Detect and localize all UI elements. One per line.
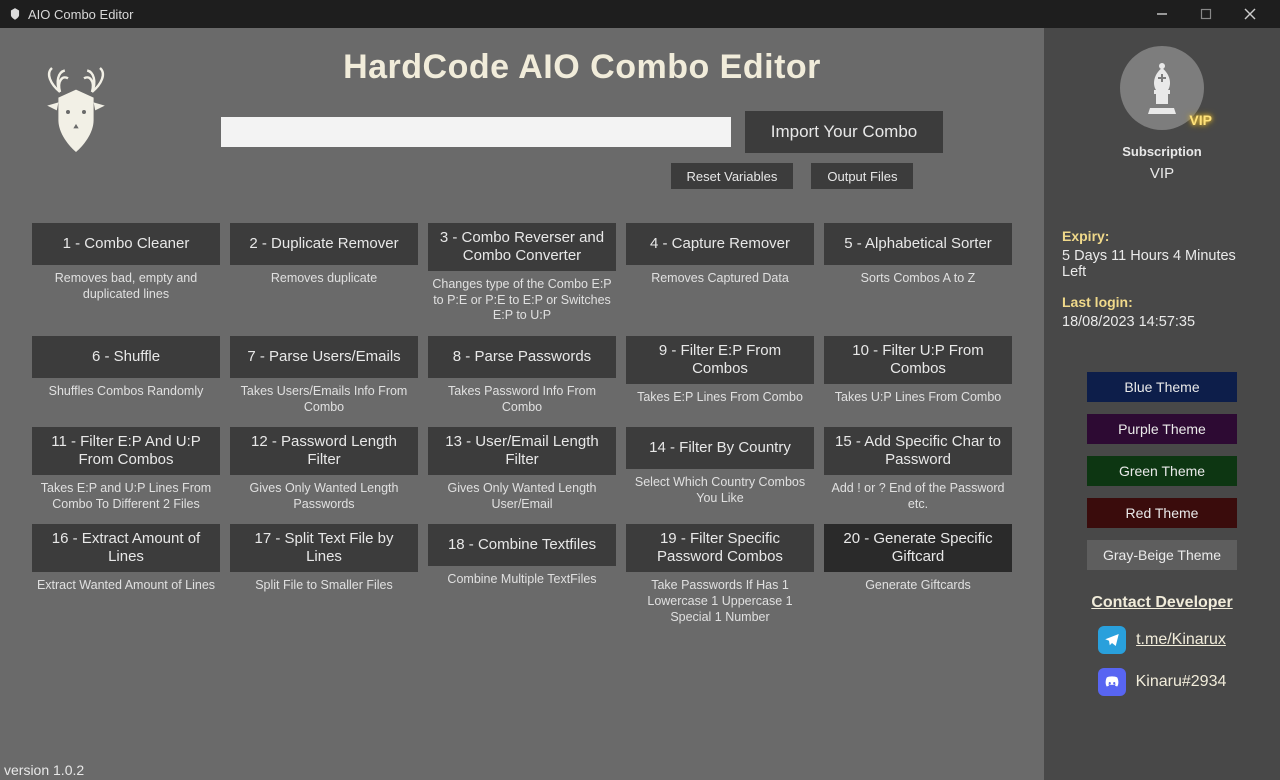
sidebar: VIP Subscription VIP Expiry: 5 Days 11 H… [1044, 28, 1280, 780]
tool-description: Shuffles Combos Randomly [49, 384, 204, 400]
window-titlebar: AIO Combo Editor [0, 0, 1280, 28]
contact-discord[interactable]: Kinaru#2934 [1098, 668, 1227, 696]
tool-description: Changes type of the Combo E:P to P:E or … [428, 277, 616, 324]
telegram-icon [1098, 626, 1126, 654]
theme-green-button[interactable]: Green Theme [1087, 456, 1237, 486]
theme-red-button[interactable]: Red Theme [1087, 498, 1237, 528]
tool-button[interactable]: 4 - Capture Remover [626, 223, 814, 265]
tool-button[interactable]: 8 - Parse Passwords [428, 336, 616, 378]
tool-button[interactable]: 1 - Combo Cleaner [32, 223, 220, 265]
tool-grid: 1 - Combo Cleaner Removes bad, empty and … [16, 223, 1028, 625]
tool-cell: 15 - Add Specific Char to Password Add ! … [824, 427, 1012, 512]
tool-button[interactable]: 18 - Combine Textfiles [428, 524, 616, 566]
tool-cell: 4 - Capture Remover Removes Captured Data [626, 223, 814, 324]
tool-cell: 2 - Duplicate Remover Removes duplicate [230, 223, 418, 324]
tool-cell: 12 - Password Length Filter Gives Only Wa… [230, 427, 418, 512]
last-login-value: 18/08/2023 14:57:35 [1062, 314, 1262, 330]
tool-cell: 9 - Filter E:P From Combos Takes E:P Line… [626, 336, 814, 415]
tool-description: Removes Captured Data [651, 271, 789, 287]
expiry-value: 5 Days 11 Hours 4 Minutes Left [1062, 248, 1262, 280]
tool-cell: 6 - Shuffle Shuffles Combos Randomly [32, 336, 220, 415]
tool-button[interactable]: 12 - Password Length Filter [230, 427, 418, 475]
tool-description: Combine Multiple TextFiles [447, 572, 596, 588]
import-combo-button[interactable]: Import Your Combo [745, 111, 943, 153]
tool-description: Takes Users/Emails Info From Combo [230, 384, 418, 415]
tool-description: Removes duplicate [271, 271, 377, 287]
tool-description: Takes E:P Lines From Combo [637, 390, 803, 406]
last-login-label: Last login: [1062, 294, 1262, 310]
tool-description: Take Passwords If Has 1 Lowercase 1 Uppe… [626, 578, 814, 625]
tool-button[interactable]: 19 - Filter Specific Password Combos [626, 524, 814, 572]
tool-button[interactable]: 11 - Filter E:P And U:P From Combos [32, 427, 220, 475]
subscription-label: Subscription [1122, 144, 1201, 159]
tool-button[interactable]: 7 - Parse Users/Emails [230, 336, 418, 378]
tool-cell: 10 - Filter U:P From Combos Takes U:P Lin… [824, 336, 1012, 415]
tool-cell: 7 - Parse Users/Emails Takes Users/Emails… [230, 336, 418, 415]
tool-description: Removes bad, empty and duplicated lines [32, 271, 220, 302]
page-title: HardCode AIO Combo Editor [343, 48, 821, 87]
tool-button[interactable]: 15 - Add Specific Char to Password [824, 427, 1012, 475]
reset-variables-button[interactable]: Reset Variables [671, 163, 794, 189]
contact-telegram[interactable]: t.me/Kinarux [1098, 626, 1226, 654]
expiry-label: Expiry: [1062, 228, 1262, 244]
tool-button[interactable]: 9 - Filter E:P From Combos [626, 336, 814, 384]
version-label: version 1.0.2 [4, 762, 84, 778]
discord-icon [1098, 668, 1126, 696]
tool-description: Generate Giftcards [865, 578, 971, 594]
tool-cell: 5 - Alphabetical Sorter Sorts Combos A to… [824, 223, 1012, 324]
theme-blue-button[interactable]: Blue Theme [1087, 372, 1237, 402]
tool-description: Takes Password Info From Combo [428, 384, 616, 415]
tool-description: Sorts Combos A to Z [861, 271, 976, 287]
theme-purple-button[interactable]: Purple Theme [1087, 414, 1237, 444]
app-logo [16, 42, 136, 162]
app-icon [8, 7, 22, 21]
tool-description: Takes U:P Lines From Combo [835, 390, 1002, 406]
tool-button[interactable]: 10 - Filter U:P From Combos [824, 336, 1012, 384]
window-maximize-button[interactable] [1184, 0, 1228, 28]
vip-badge: VIP [1189, 112, 1212, 128]
tool-cell: 18 - Combine Textfiles Combine Multiple T… [428, 524, 616, 625]
tool-cell: 16 - Extract Amount of Lines Extract Want… [32, 524, 220, 625]
tool-button[interactable]: 17 - Split Text File by Lines [230, 524, 418, 572]
tool-button[interactable]: 13 - User/Email Length Filter [428, 427, 616, 475]
tool-description: Extract Wanted Amount of Lines [37, 578, 215, 594]
tool-cell: 19 - Filter Specific Password Combos Take… [626, 524, 814, 625]
tool-button[interactable]: 3 - Combo Reverser and Combo Converter [428, 223, 616, 271]
tool-description: Gives Only Wanted Length User/Email [428, 481, 616, 512]
main-panel: HardCode AIO Combo Editor Import Your Co… [0, 28, 1044, 780]
tool-cell: 17 - Split Text File by Lines Split File … [230, 524, 418, 625]
tool-description: Takes E:P and U:P Lines From Combo To Di… [32, 481, 220, 512]
tool-description: Gives Only Wanted Length Passwords [230, 481, 418, 512]
window-minimize-button[interactable] [1140, 0, 1184, 28]
tool-cell: 13 - User/Email Length Filter Gives Only … [428, 427, 616, 512]
tool-button[interactable]: 16 - Extract Amount of Lines [32, 524, 220, 572]
tool-cell: 11 - Filter E:P And U:P From Combos Takes… [32, 427, 220, 512]
window-title: AIO Combo Editor [28, 7, 134, 22]
tool-cell: 8 - Parse Passwords Takes Password Info F… [428, 336, 616, 415]
tool-button[interactable]: 5 - Alphabetical Sorter [824, 223, 1012, 265]
tool-description: Split File to Smaller Files [255, 578, 393, 594]
tool-button[interactable]: 20 - Generate Specific Giftcard [824, 524, 1012, 572]
window-close-button[interactable] [1228, 0, 1272, 28]
tool-cell: 14 - Filter By Country Select Which Count… [626, 427, 814, 512]
tool-cell: 1 - Combo Cleaner Removes bad, empty and … [32, 223, 220, 324]
combo-path-input[interactable] [221, 117, 731, 147]
tool-cell: 20 - Generate Specific Giftcard Generate … [824, 524, 1012, 625]
tool-description: Add ! or ? End of the Password etc. [824, 481, 1012, 512]
output-files-button[interactable]: Output Files [811, 163, 913, 189]
subscription-value: VIP [1150, 165, 1174, 182]
telegram-link-text: t.me/Kinarux [1136, 631, 1226, 649]
tool-button[interactable]: 6 - Shuffle [32, 336, 220, 378]
tool-button[interactable]: 14 - Filter By Country [626, 427, 814, 469]
tool-button[interactable]: 2 - Duplicate Remover [230, 223, 418, 265]
theme-gray-button[interactable]: Gray-Beige Theme [1087, 540, 1237, 570]
contact-developer-title: Contact Developer [1091, 594, 1232, 612]
tool-description: Select Which Country Combos You Like [626, 475, 814, 506]
discord-tag-text: Kinaru#2934 [1136, 673, 1227, 691]
tool-cell: 3 - Combo Reverser and Combo Converter Ch… [428, 223, 616, 324]
